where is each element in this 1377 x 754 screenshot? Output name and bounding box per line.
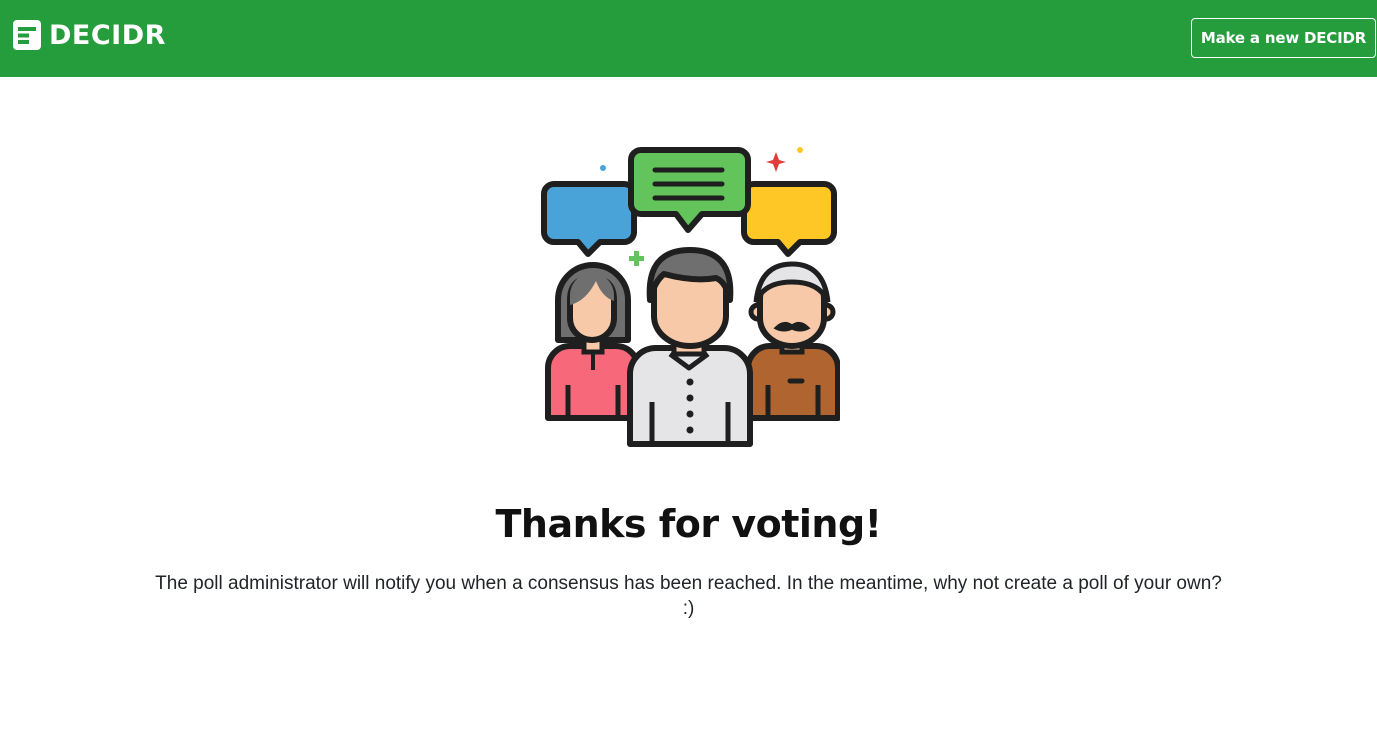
brand-logo-link[interactable]: DECIDR — [13, 19, 166, 51]
brand-name: DECIDR — [49, 19, 166, 51]
page-title: Thanks for voting! — [495, 502, 882, 546]
make-new-decidr-button[interactable]: Make a new DECIDR — [1191, 18, 1376, 58]
confirmation-message: The poll administrator will notify you w… — [155, 573, 1222, 619]
document-logo-icon — [13, 20, 41, 50]
navbar: DECIDR Make a new DECIDR — [0, 0, 1377, 77]
group-chat-people-icon — [541, 147, 840, 447]
